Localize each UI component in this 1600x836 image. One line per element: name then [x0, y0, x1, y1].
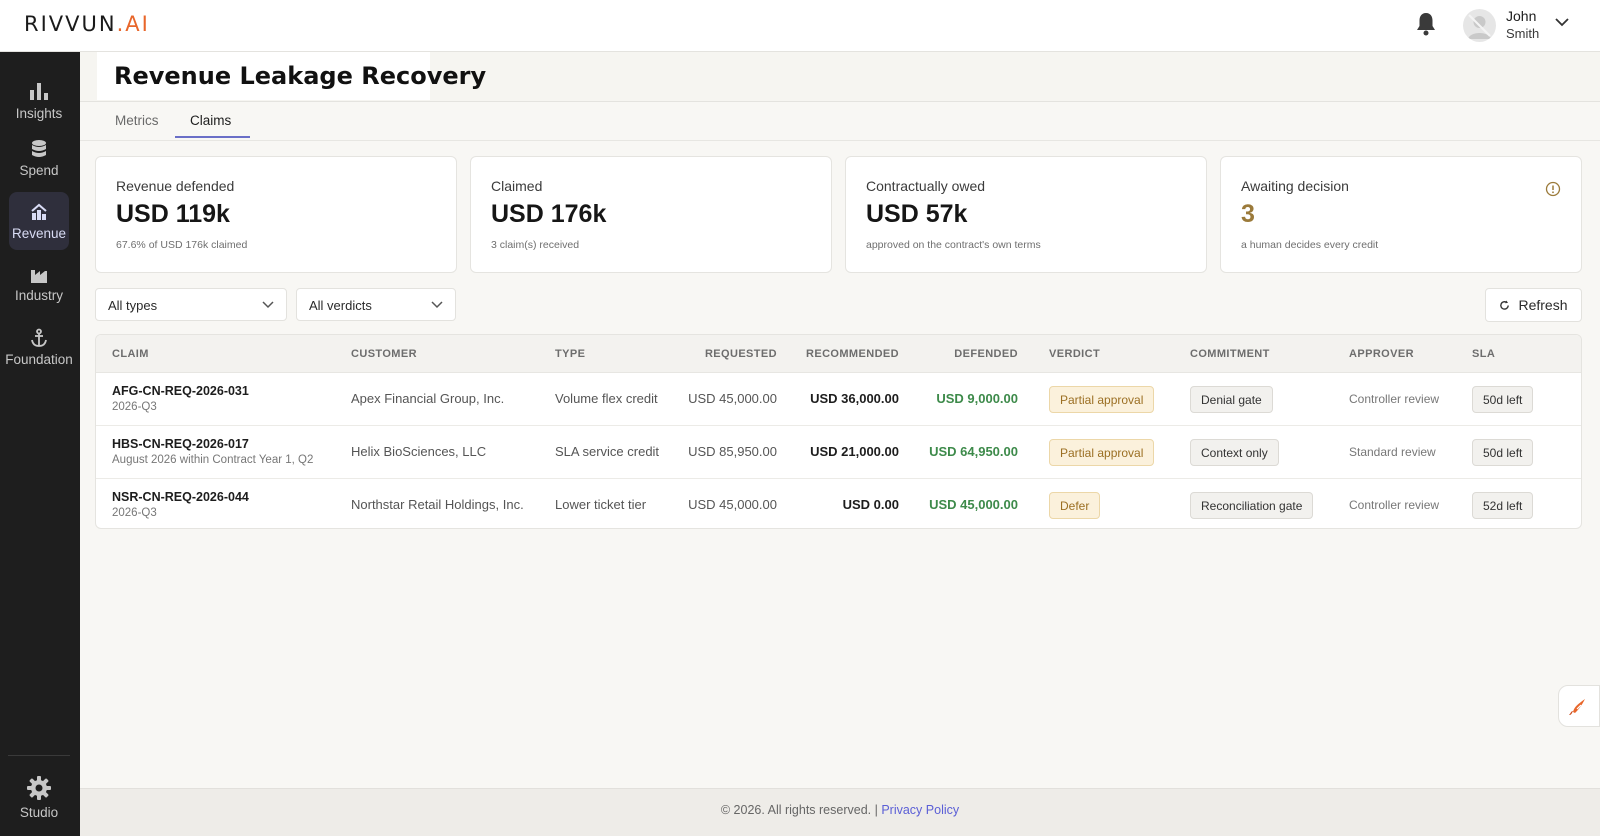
sidebar-item-spend[interactable]: Spend — [9, 129, 69, 187]
page-title: Revenue Leakage Recovery — [114, 62, 487, 90]
title-bar: Revenue Leakage Recovery — [80, 52, 1600, 102]
sidebar-item-revenue[interactable]: Revenue — [9, 192, 69, 250]
claim-period: 2026-Q3 — [112, 401, 157, 413]
database-icon — [32, 139, 46, 157]
tab-claims[interactable]: Claims — [190, 113, 231, 128]
bar-chart-icon — [30, 82, 48, 100]
defended-cell: USD 9,000.00 — [936, 391, 1018, 406]
user-name: John Smith — [1506, 8, 1540, 41]
tab-metrics[interactable]: Metrics — [115, 113, 159, 128]
column-header-type[interactable]: TYPE — [555, 348, 585, 360]
column-header-defended[interactable]: DEFENDED — [918, 348, 1018, 360]
chevron-down-icon — [262, 301, 274, 309]
verdict-badge: Partial approval — [1049, 386, 1155, 413]
claim-id[interactable]: AFG-CN-REQ-2026-031 — [112, 384, 249, 398]
verdict-filter-select[interactable]: All verdicts — [296, 288, 456, 321]
requested-cell: USD 85,950.00 — [688, 444, 777, 459]
recommended-cell: USD 0.00 — [842, 497, 899, 512]
sidebar-item-insights[interactable]: Insights — [9, 71, 69, 129]
column-header-verdict[interactable]: VERDICT — [1049, 348, 1100, 360]
customer-cell: Northstar Retail Holdings, Inc. — [351, 497, 524, 512]
tab-bar: Metrics Claims — [80, 102, 1600, 141]
claim-period: 2026-Q3 — [112, 507, 157, 519]
sidebar-divider — [8, 755, 70, 756]
anchor-icon — [31, 328, 47, 347]
claim-id[interactable]: HBS-CN-REQ-2026-017 — [112, 437, 249, 451]
assistant-launcher-button[interactable] — [1558, 685, 1600, 727]
customer-cell: Apex Financial Group, Inc. — [351, 391, 505, 406]
sidebar-item-industry[interactable]: Industry — [9, 255, 69, 313]
requested-cell: USD 45,000.00 — [688, 497, 777, 512]
sla-badge: 50d left — [1472, 386, 1534, 413]
metric-card-contractually-owed: Contractually owed USD 57k approved on t… — [845, 156, 1207, 273]
type-cell: Volume flex credit — [555, 391, 658, 406]
column-header-recommended[interactable]: RECOMMENDED — [789, 348, 899, 360]
avatar — [1463, 8, 1496, 42]
table-header: CLAIM CUSTOMER TYPE REQUESTED RECOMMENDE… — [96, 335, 1581, 373]
table-row[interactable]: HBS-CN-REQ-2026-017 August 2026 within C… — [96, 426, 1581, 479]
claims-table: CLAIM CUSTOMER TYPE REQUESTED RECOMMENDE… — [95, 334, 1582, 529]
copyright-text: © 2026. All rights reserved. | — [720, 803, 878, 817]
footer: © 2026. All rights reserved. | Privacy P… — [80, 788, 1600, 836]
factory-icon — [31, 269, 47, 283]
recommended-cell: USD 36,000.00 — [810, 391, 899, 406]
user-menu[interactable]: John Smith — [1463, 5, 1539, 45]
notification-bell-icon[interactable] — [1415, 11, 1437, 37]
table-row[interactable]: AFG-CN-REQ-2026-031 2026-Q3 Apex Financi… — [96, 373, 1581, 426]
chevron-down-icon[interactable] — [1555, 18, 1569, 27]
customer-cell: Helix BioSciences, LLC — [351, 444, 487, 459]
main-content: Revenue Leakage Recovery Metrics Claims … — [80, 52, 1600, 836]
type-cell: SLA service credit — [555, 444, 660, 459]
commitment-badge: Context only — [1190, 439, 1279, 466]
approver-cell: Standard review — [1349, 445, 1436, 459]
recommended-cell: USD 21,000.00 — [810, 444, 899, 459]
defended-cell: USD 64,950.00 — [929, 444, 1018, 459]
claim-id[interactable]: NSR-CN-REQ-2026-044 — [112, 490, 249, 504]
metric-card-revenue-defended: Revenue defended USD 119k 67.6% of USD 1… — [95, 156, 457, 273]
user-placeholder-icon — [1468, 13, 1491, 39]
sidebar-item-foundation[interactable]: Foundation — [5, 318, 73, 376]
sidebar: Insights Spend Revenue Industry Foundati… — [0, 52, 80, 836]
refresh-icon — [1500, 299, 1510, 310]
sla-badge: 50d left — [1472, 439, 1534, 466]
gear-icon — [27, 775, 51, 800]
column-header-approver[interactable]: APPROVER — [1349, 348, 1414, 360]
privacy-policy-link[interactable]: Privacy Policy — [881, 803, 959, 817]
column-header-requested[interactable]: REQUESTED — [676, 348, 777, 360]
requested-cell: USD 45,000.00 — [688, 391, 777, 406]
commitment-badge: Denial gate — [1190, 386, 1273, 413]
column-header-claim[interactable]: CLAIM — [112, 348, 149, 360]
metric-card-claimed: Claimed USD 176k 3 claim(s) received — [470, 156, 832, 273]
column-header-customer[interactable]: CUSTOMER — [351, 348, 417, 360]
revenue-icon — [31, 203, 47, 220]
sla-badge: 52d left — [1472, 492, 1534, 519]
chevron-down-icon — [431, 301, 443, 309]
top-bar: RIVVUN.AI John Smith — [0, 0, 1600, 52]
approver-cell: Controller review — [1349, 498, 1440, 512]
type-filter-select[interactable]: All types — [95, 288, 287, 321]
column-header-commitment[interactable]: COMMITMENT — [1190, 348, 1270, 360]
verdict-badge: Defer — [1049, 492, 1101, 519]
column-header-sla[interactable]: SLA — [1472, 348, 1495, 360]
commitment-badge: Reconciliation gate — [1190, 492, 1314, 519]
refresh-button[interactable]: Refresh — [1485, 288, 1582, 322]
verdict-badge: Partial approval — [1049, 439, 1155, 466]
info-icon[interactable] — [1545, 181, 1561, 197]
approver-cell: Controller review — [1349, 392, 1440, 406]
defended-cell: USD 45,000.00 — [929, 497, 1018, 512]
claim-period: August 2026 within Contract Year 1, Q2 — [112, 454, 314, 466]
brand-logo[interactable]: RIVVUN.AI — [24, 12, 150, 36]
active-tab-indicator — [175, 136, 250, 138]
type-cell: Lower ticket tier — [555, 497, 647, 512]
brush-icon — [1569, 699, 1585, 715]
table-row[interactable]: NSR-CN-REQ-2026-044 2026-Q3 Northstar Re… — [96, 479, 1581, 528]
sidebar-item-studio[interactable]: Studio — [9, 766, 69, 828]
metric-card-awaiting-decision: Awaiting decision 3 a human decides ever… — [1220, 156, 1582, 273]
